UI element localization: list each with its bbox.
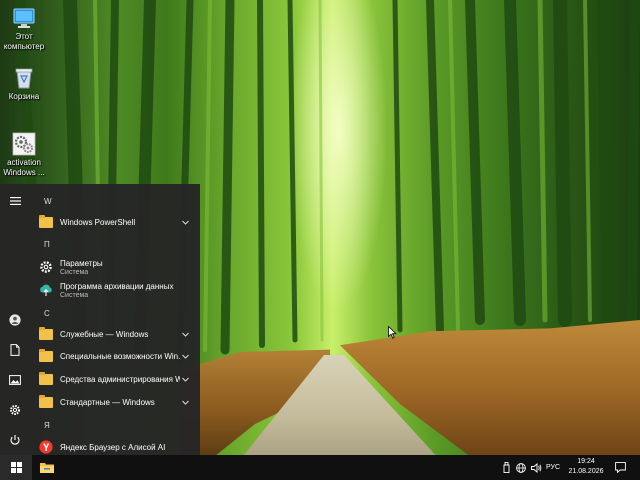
tray-network[interactable] [514, 455, 528, 480]
desktop-icon-activation-windows[interactable]: activation Windows ... [0, 132, 48, 178]
taskbar: РУС 19:24 21.08.2026 [0, 455, 640, 480]
hamburger-icon [9, 197, 21, 205]
monitor-icon [13, 8, 35, 28]
chevron-down-icon [180, 220, 190, 225]
mouse-cursor-icon [388, 326, 397, 339]
chevron-down-icon [180, 400, 190, 405]
backup-icon [39, 283, 53, 297]
app-item-label: Параметры [60, 258, 103, 268]
app-item-parametry[interactable]: Параметры Система [30, 255, 196, 279]
chevron-down-icon [180, 332, 190, 337]
group-letter-p[interactable]: П [44, 240, 50, 249]
app-item-specialnye-vozmozhnosti[interactable]: Специальные возможности Win... [30, 346, 196, 366]
documents-button[interactable] [4, 340, 26, 360]
desktop-icon-label: activation Windows ... [3, 158, 45, 177]
app-item-sublabel: Система [60, 291, 89, 299]
chevron-down-icon [180, 354, 190, 359]
notification-center-icon [614, 462, 626, 473]
settings-button[interactable] [4, 400, 26, 420]
settings-gear-icon [10, 405, 20, 415]
app-item-backup[interactable]: Программа архивации данных Система [30, 278, 196, 302]
group-letter-ya[interactable]: Я [44, 421, 50, 430]
clock-time: 19:24 [577, 458, 595, 465]
settings-gear-icon [39, 260, 53, 274]
app-item-label: Служебные — Windows [60, 329, 149, 339]
group-letter-s[interactable]: С [44, 309, 50, 318]
user-avatar-icon [9, 314, 21, 326]
desktop-icon-label: Этот компьютер [3, 32, 45, 51]
start-button[interactable] [0, 455, 32, 480]
app-item-label: Яндекс Браузер с Алисой AI [60, 442, 166, 452]
pictures-button[interactable] [4, 370, 26, 390]
app-item-label: Специальные возможности Win... [60, 351, 180, 361]
start-menu-app-list: W Windows PowerShell П Параметры Система [30, 184, 200, 455]
documents-icon [10, 344, 20, 356]
power-icon [10, 435, 20, 445]
yandex-browser-icon [39, 440, 53, 454]
desktop-icon-recycle-bin[interactable]: Корзина [0, 66, 48, 102]
gears-icon [12, 132, 36, 156]
file-explorer-icon [40, 463, 54, 473]
group-letter-w[interactable]: W [44, 197, 52, 206]
app-item-label: Программа архивации данных [60, 281, 174, 291]
folder-icon [39, 394, 53, 409]
desktop-icon-label: Корзина [8, 92, 40, 101]
windows-logo-icon [10, 462, 22, 473]
desktop-icon-this-pc[interactable]: Этот компьютер [0, 6, 48, 52]
app-item-sluzhebnye[interactable]: Служебные — Windows [30, 324, 196, 344]
app-item-yandex-browser[interactable]: Яндекс Браузер с Алисой AI [30, 437, 196, 457]
folder-icon [39, 348, 53, 363]
folder-icon [39, 371, 53, 386]
power-button[interactable] [4, 430, 26, 450]
tray-language[interactable]: РУС [546, 455, 560, 480]
app-item-label: Стандартные — Windows [60, 397, 155, 407]
hamburger-button[interactable] [4, 191, 26, 211]
tray-usb-device[interactable] [500, 455, 512, 480]
user-account-button[interactable] [4, 310, 26, 330]
recycle-bin-icon [15, 68, 33, 89]
tray-notifications[interactable] [612, 455, 628, 480]
usb-drive-icon [503, 462, 509, 473]
chevron-down-icon [180, 377, 190, 382]
tray-volume[interactable] [529, 455, 543, 480]
app-item-sublabel: Система [60, 268, 89, 276]
app-item-sredstva-administrirovaniya[interactable]: Средства администрирования W... [30, 369, 196, 389]
start-menu: W Windows PowerShell П Параметры Система [0, 184, 200, 455]
start-menu-rail [0, 184, 30, 455]
app-item-windows-powershell[interactable]: Windows PowerShell [30, 212, 196, 232]
app-item-label: Windows PowerShell [60, 217, 136, 227]
pictures-icon [9, 375, 21, 385]
folder-icon [39, 326, 53, 341]
speaker-icon [530, 462, 541, 473]
folder-icon [39, 214, 53, 229]
app-item-standartnye[interactable]: Стандартные — Windows [30, 392, 196, 412]
tray-clock[interactable]: 19:24 21.08.2026 [560, 457, 612, 477]
globe-icon [516, 462, 526, 473]
app-item-label: Средства администрирования W... [60, 374, 180, 384]
taskbar-file-explorer[interactable] [34, 455, 60, 480]
clock-date: 21.08.2026 [568, 468, 604, 475]
